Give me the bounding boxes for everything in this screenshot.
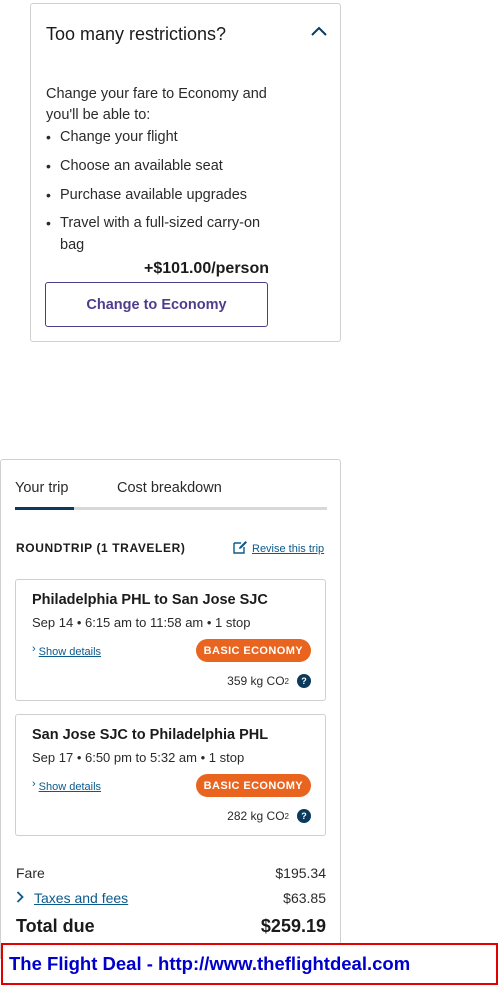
bullet-icon: • bbox=[46, 129, 51, 145]
banner-text: The Flight Deal - http://www.theflightde… bbox=[9, 953, 411, 974]
chevron-right-icon bbox=[16, 890, 24, 906]
fare-amount: $195.34 bbox=[275, 865, 326, 881]
revise-trip-label: Revise this trip bbox=[252, 542, 325, 555]
fare-badge: BASIC ECONOMY bbox=[195, 639, 311, 662]
trip-summary-panel: Your trip Cost breakdown ROUNDTRIP (1 TR… bbox=[0, 459, 341, 959]
fare-row: Fare $195.34 bbox=[16, 865, 326, 881]
co2-emissions: 282 kg CO 2 ? bbox=[227, 809, 311, 823]
show-details-link[interactable]: › Show details bbox=[32, 779, 101, 795]
perk-item: • Purchase available upgrades bbox=[46, 184, 286, 206]
taxes-and-fees-link[interactable]: Taxes and fees bbox=[16, 890, 128, 906]
total-label: Total due bbox=[16, 916, 95, 936]
bullet-icon: • bbox=[46, 187, 51, 203]
perk-label: Purchase available upgrades bbox=[60, 187, 248, 203]
watermark-banner: The Flight Deal - http://www.theflightde… bbox=[1, 943, 498, 985]
taxes-label: Taxes and fees bbox=[34, 890, 129, 906]
trip-heading: ROUNDTRIP (1 TRAVELER) bbox=[16, 541, 186, 555]
perk-label: Choose an available seat bbox=[60, 158, 223, 174]
bullet-icon: • bbox=[46, 215, 51, 231]
co2-subscript: 2 bbox=[284, 676, 289, 686]
revise-trip-link[interactable]: Revise this trip bbox=[233, 540, 324, 557]
upsell-lead-text: Change your fare to Economy and you'll b… bbox=[46, 86, 267, 123]
summary-tabs: Your trip Cost breakdown bbox=[15, 478, 327, 510]
chevron-right-icon: › bbox=[32, 643, 36, 655]
flight-route: San Jose SJC to Philadelphia PHL bbox=[32, 727, 269, 743]
taxes-row: Taxes and fees $63.85 bbox=[16, 890, 326, 906]
collapse-button[interactable] bbox=[307, 20, 331, 44]
change-to-economy-button[interactable]: Change to Economy bbox=[45, 282, 268, 327]
upsell-title: Too many restrictions? bbox=[46, 24, 227, 44]
active-tab-indicator bbox=[15, 507, 74, 510]
co2-subscript: 2 bbox=[284, 811, 289, 821]
co2-value: 282 kg CO bbox=[227, 809, 285, 823]
perk-label: Change your flight bbox=[60, 129, 178, 145]
tab-label: Cost breakdown bbox=[117, 480, 222, 496]
upsell-price: +$101.00/person bbox=[144, 260, 269, 277]
bullet-icon: • bbox=[46, 158, 51, 174]
flight-times: Sep 14 • 6:15 am to 11:58 am • 1 stop bbox=[32, 615, 251, 630]
co2-emissions: 359 kg CO 2 ? bbox=[227, 674, 311, 688]
co2-value: 359 kg CO bbox=[227, 674, 285, 688]
fare-label: Fare bbox=[16, 865, 45, 881]
taxes-amount: $63.85 bbox=[283, 890, 326, 906]
flight-card-return: San Jose SJC to Philadelphia PHL Sep 17 … bbox=[15, 714, 326, 836]
perk-label: Travel with a full-sized carry-on bag bbox=[60, 215, 261, 253]
tab-label: Your trip bbox=[15, 480, 69, 496]
show-details-label: Show details bbox=[38, 646, 102, 658]
chevron-up-icon bbox=[311, 23, 327, 41]
perk-item: • Choose an available seat bbox=[46, 155, 286, 177]
flight-card-outbound: Philadelphia PHL to San Jose SJC Sep 14 … bbox=[15, 579, 326, 701]
chevron-right-icon: › bbox=[32, 778, 36, 790]
tab-cost-breakdown[interactable]: Cost breakdown bbox=[117, 478, 222, 507]
upsell-card: Too many restrictions? Change your fare … bbox=[30, 3, 341, 342]
help-icon[interactable]: ? bbox=[297, 809, 311, 823]
total-row: Total due $259.19 bbox=[16, 916, 326, 937]
edit-icon bbox=[233, 540, 252, 557]
perk-item: • Change your flight bbox=[46, 126, 286, 148]
flight-times: Sep 17 • 6:50 pm to 5:32 am • 1 stop bbox=[32, 750, 245, 765]
tab-your-trip[interactable]: Your trip bbox=[15, 478, 74, 510]
flight-route: Philadelphia PHL to San Jose SJC bbox=[32, 592, 268, 608]
help-icon[interactable]: ? bbox=[297, 674, 311, 688]
perk-item: • Travel with a full-sized carry-on bag bbox=[46, 212, 271, 256]
show-details-label: Show details bbox=[38, 781, 102, 793]
total-amount: $259.19 bbox=[260, 916, 326, 936]
fare-badge: BASIC ECONOMY bbox=[195, 774, 311, 797]
show-details-link[interactable]: › Show details bbox=[32, 644, 101, 660]
